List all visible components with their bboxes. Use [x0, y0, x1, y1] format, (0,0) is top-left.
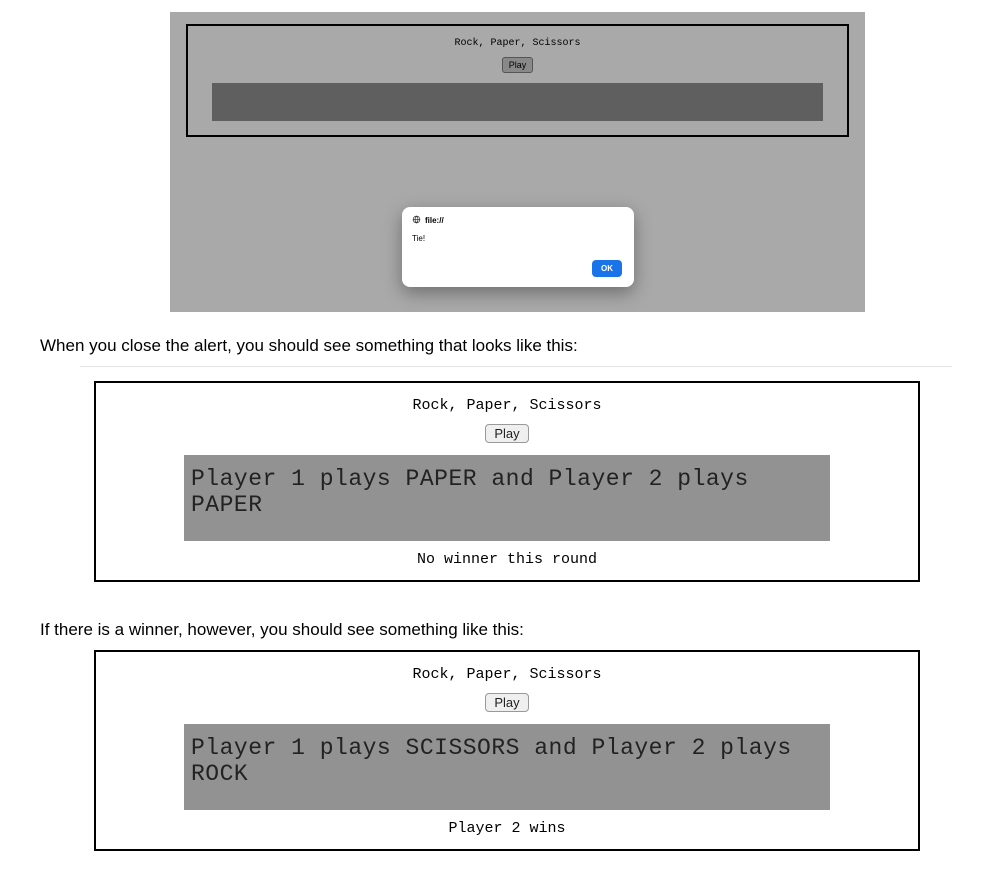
result-text: No winner this round	[96, 551, 918, 568]
alert-dialog: file:// Tie! OK	[402, 207, 634, 287]
figure-tie-screenshot: Rock, Paper, Scissors Play Player 1 play…	[94, 381, 920, 582]
round-output-bar: Player 1 plays PAPER and Player 2 plays …	[184, 455, 830, 541]
game-container: Rock, Paper, Scissors Play	[186, 24, 849, 137]
result-text: Player 2 wins	[96, 820, 918, 837]
spacer	[0, 851, 992, 877]
play-button[interactable]: Play	[502, 57, 534, 73]
instruction-text: When you close the alert, you should see…	[40, 336, 920, 356]
round-output-bar	[212, 83, 823, 121]
round-output-bar: Player 1 plays SCISSORS and Player 2 pla…	[184, 724, 830, 810]
play-button[interactable]: Play	[485, 693, 528, 712]
document-page: Rock, Paper, Scissors Play file:// Tie! …	[0, 12, 992, 877]
game-title: Rock, Paper, Scissors	[96, 397, 918, 414]
alert-message: Tie!	[412, 234, 624, 243]
globe-icon	[412, 215, 421, 226]
alert-origin: file://	[425, 216, 444, 225]
figure-alert-screenshot: Rock, Paper, Scissors Play file:// Tie! …	[170, 12, 865, 312]
alert-header: file://	[412, 215, 624, 226]
divider	[80, 366, 952, 367]
game-title: Rock, Paper, Scissors	[96, 666, 918, 683]
game-title: Rock, Paper, Scissors	[212, 38, 823, 49]
ok-button[interactable]: OK	[592, 260, 622, 277]
play-button[interactable]: Play	[485, 424, 528, 443]
instruction-text: If there is a winner, however, you shoul…	[40, 620, 920, 640]
figure-winner-screenshot: Rock, Paper, Scissors Play Player 1 play…	[94, 650, 920, 851]
